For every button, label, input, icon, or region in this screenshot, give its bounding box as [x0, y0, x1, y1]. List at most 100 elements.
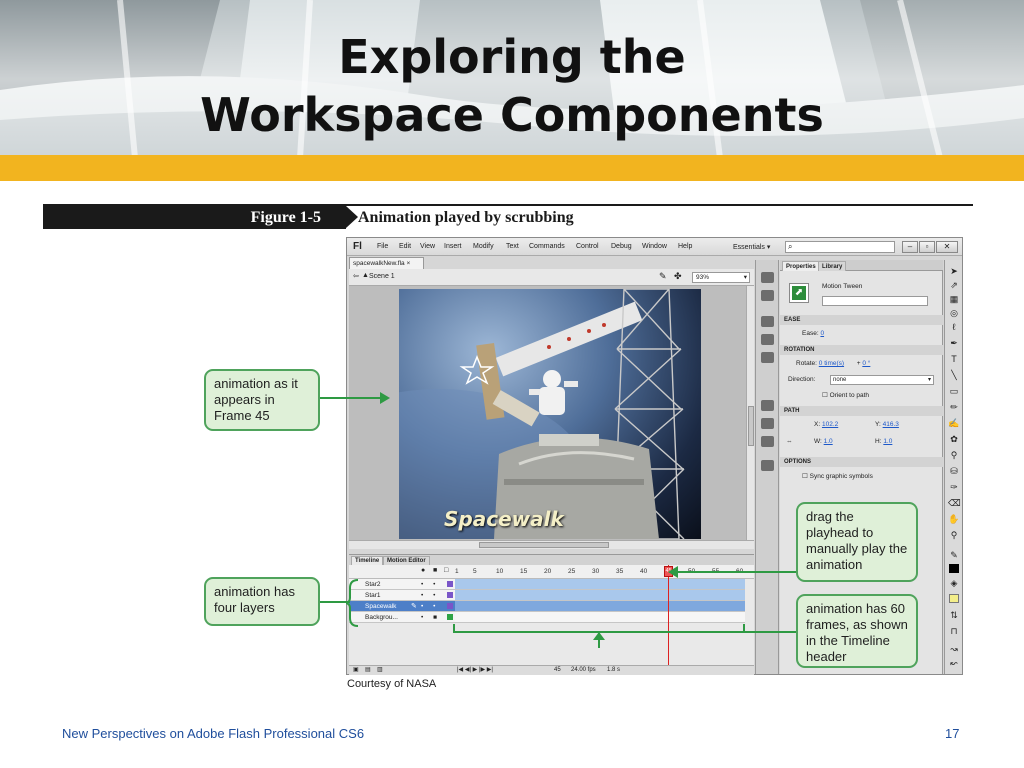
eyedropper-icon[interactable]: ✑: [948, 482, 960, 493]
h-value[interactable]: 1.0: [883, 438, 892, 445]
free-transform-icon[interactable]: ▦: [948, 294, 960, 305]
lasso-icon[interactable]: ℓ: [948, 322, 960, 332]
new-folder-icon[interactable]: ▤: [365, 666, 371, 675]
tab-properties[interactable]: Properties: [782, 261, 820, 271]
eraser-icon[interactable]: ⌫: [948, 498, 961, 509]
zoom-tool-icon[interactable]: ⚲: [948, 530, 960, 541]
layer-toggles[interactable]: • ■: [421, 612, 441, 623]
fill-swatch[interactable]: [949, 594, 959, 603]
orient-checkbox-row[interactable]: ☐ Orient to path: [822, 391, 869, 399]
layer-row[interactable]: Star2 • •: [349, 579, 455, 590]
swatches-icon[interactable]: [761, 290, 774, 301]
bone-tool-icon[interactable]: ⚲: [948, 450, 960, 461]
transform-icon[interactable]: [761, 352, 774, 363]
frame-grid[interactable]: [455, 579, 745, 627]
menu-control[interactable]: Control: [576, 243, 599, 250]
subselection-tool-icon[interactable]: ⇗: [948, 280, 960, 291]
section-path[interactable]: PATH: [780, 406, 943, 416]
minimize-button[interactable]: –: [902, 241, 918, 253]
stage-horizontal-scrollbar[interactable]: [349, 540, 754, 549]
menu-edit[interactable]: Edit: [399, 243, 411, 250]
swap-colors-icon[interactable]: ⇅: [948, 610, 960, 621]
layer-row[interactable]: Backgrou... • ■: [349, 612, 455, 623]
fill-color-icon[interactable]: ◈: [948, 578, 960, 589]
scene-label[interactable]: Scene 1: [369, 273, 395, 280]
frame-row[interactable]: [455, 601, 745, 612]
info-icon[interactable]: [761, 334, 774, 345]
zoom-select[interactable]: 93% ▾: [692, 272, 750, 283]
edit-scene-icon[interactable]: ✎: [659, 271, 667, 282]
x-value[interactable]: 102.2: [822, 421, 838, 428]
code-snippets-icon[interactable]: [761, 418, 774, 429]
stage[interactable]: Spacewalk: [399, 289, 701, 539]
3d-rotation-icon[interactable]: ◎: [948, 308, 960, 319]
layer-color-swatch[interactable]: [447, 603, 453, 609]
smooth-icon[interactable]: ↝: [948, 644, 960, 655]
edit-symbols-icon[interactable]: ✤: [674, 271, 682, 282]
delete-layer-icon[interactable]: ▥: [377, 666, 383, 675]
stage-vertical-scrollbar[interactable]: [746, 286, 754, 540]
layer-toggles[interactable]: • •: [421, 590, 439, 601]
scroll-thumb[interactable]: [479, 542, 609, 548]
checkbox[interactable]: ☐: [822, 392, 828, 399]
link-icon[interactable]: ⇔: [786, 438, 793, 445]
document-tab[interactable]: spacewalkNew.fla ×: [349, 257, 424, 269]
pencil-tool-icon[interactable]: ✏: [948, 402, 960, 413]
menu-help[interactable]: Help: [678, 243, 692, 250]
frame-row[interactable]: [455, 590, 745, 601]
layer-color-swatch[interactable]: [447, 581, 453, 587]
menu-text[interactable]: Text: [506, 243, 519, 250]
menu-file[interactable]: File: [377, 243, 388, 250]
pen-tool-icon[interactable]: ✒: [948, 338, 960, 349]
section-options[interactable]: OPTIONS: [780, 457, 943, 467]
hand-tool-icon[interactable]: ✋: [948, 514, 960, 525]
layer-row-selected[interactable]: Spacewalk ✎ • •: [349, 601, 455, 612]
line-tool-icon[interactable]: ╲: [948, 370, 960, 381]
tab-library[interactable]: Library: [818, 261, 847, 271]
outline-icon[interactable]: □: [444, 567, 448, 574]
scroll-thumb[interactable]: [748, 406, 754, 446]
color-panel-icon[interactable]: [761, 272, 774, 283]
straighten-icon[interactable]: ↜: [948, 658, 960, 669]
search-input[interactable]: ⌕: [785, 241, 895, 253]
w-value[interactable]: 1.0: [824, 438, 833, 445]
tab-motion-editor[interactable]: Motion Editor: [383, 556, 430, 565]
layer-row[interactable]: Star1 • •: [349, 590, 455, 601]
lock-icon[interactable]: ■: [433, 567, 437, 574]
playback-controls[interactable]: |◀ ◀| ▶ |▶ ▶|: [457, 666, 493, 675]
menu-view[interactable]: View: [420, 243, 435, 250]
menu-commands[interactable]: Commands: [529, 243, 565, 250]
rotate-times-value[interactable]: 0 time(s): [819, 360, 844, 367]
y-value[interactable]: 416.3: [883, 421, 899, 428]
menu-insert[interactable]: Insert: [444, 243, 462, 250]
checkbox[interactable]: ☐: [802, 473, 808, 480]
stroke-swatch[interactable]: [949, 564, 959, 573]
eye-icon[interactable]: ●: [421, 567, 425, 574]
instance-name-input[interactable]: [822, 296, 928, 306]
sync-checkbox-row[interactable]: ☐ Sync graphic symbols: [802, 472, 873, 480]
ease-value[interactable]: 0: [820, 330, 824, 337]
paint-bucket-icon[interactable]: ⛁: [948, 466, 960, 477]
text-tool-icon[interactable]: T: [948, 354, 960, 364]
new-layer-icon[interactable]: ▣: [353, 666, 359, 675]
menu-window[interactable]: Window: [642, 243, 667, 250]
layer-color-swatch[interactable]: [447, 592, 453, 598]
menu-modify[interactable]: Modify: [473, 243, 494, 250]
menu-debug[interactable]: Debug: [611, 243, 632, 250]
frame-row[interactable]: [455, 579, 745, 590]
align-icon[interactable]: [761, 316, 774, 327]
direction-select[interactable]: none ▾: [830, 375, 934, 385]
snap-icon[interactable]: ⊓: [948, 626, 960, 637]
brush-tool-icon[interactable]: ✍: [948, 418, 960, 429]
back-arrow-icon[interactable]: ⇦: [353, 272, 359, 280]
section-rotation[interactable]: ROTATION: [780, 345, 943, 355]
rectangle-tool-icon[interactable]: ▭: [948, 386, 960, 397]
history-icon[interactable]: [761, 460, 774, 471]
layer-toggles[interactable]: • •: [421, 601, 439, 612]
deco-tool-icon[interactable]: ✿: [948, 434, 960, 445]
selection-tool-icon[interactable]: ➤: [948, 266, 960, 277]
workspace-selector[interactable]: Essentials ▾: [733, 243, 770, 251]
motion-presets-icon[interactable]: [761, 436, 774, 447]
restore-button[interactable]: ▫: [919, 241, 935, 253]
stroke-color-icon[interactable]: ✎: [948, 550, 960, 561]
